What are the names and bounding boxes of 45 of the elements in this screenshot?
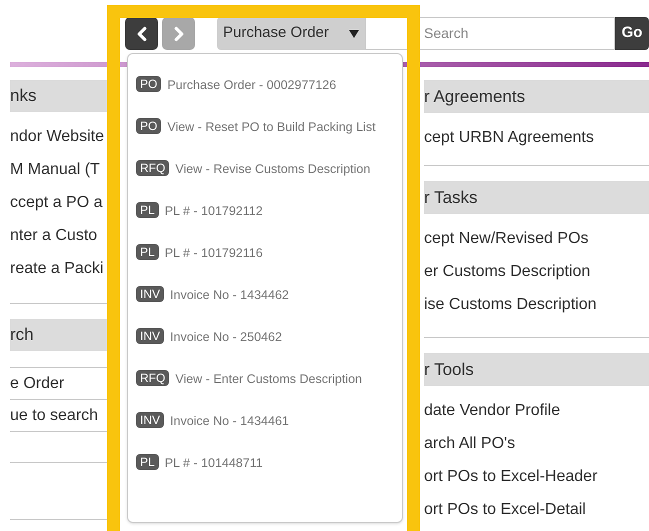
link-item[interactable]: ccept a PO a — [10, 186, 107, 219]
quick-search-field[interactable]: Search — [365, 17, 615, 50]
menu-item[interactable]: PL PL # - 101792112 — [136, 200, 394, 242]
link-item[interactable]: ndor Website — [10, 120, 107, 153]
link-item[interactable]: ort POs to Excel-Detail — [424, 493, 649, 526]
link-item[interactable]: ise Customs Description — [424, 288, 649, 321]
link-item[interactable]: cept URBN Agreements — [424, 121, 649, 154]
dropdown-triangle-icon — [349, 30, 359, 38]
type-badge: PL — [136, 244, 159, 260]
link-item[interactable]: M Manual (T — [10, 153, 107, 186]
link-item[interactable]: arch All PO's — [424, 427, 649, 460]
menu-item[interactable]: RFQ View - Revise Customs Description — [136, 158, 394, 200]
type-badge: PL — [136, 454, 159, 470]
link-item[interactable]: cept New/Revised POs — [424, 222, 649, 255]
menu-item[interactable]: PO View - Reset PO to Build Packing List — [136, 116, 394, 158]
type-badge: PO — [136, 118, 162, 134]
list-row[interactable]: ue to search — [10, 399, 107, 431]
type-badge: PO — [136, 76, 162, 92]
section-header: r Agreements — [424, 80, 649, 113]
search-type-dropdown[interactable]: Purchase Order — [217, 17, 365, 50]
type-badge: INV — [136, 286, 164, 302]
menu-item[interactable]: PO Purchase Order - 0002977126 — [136, 74, 394, 116]
type-badge: RFQ — [136, 370, 170, 386]
type-badge: INV — [136, 328, 164, 344]
link-item[interactable]: date Vendor Profile — [424, 394, 649, 427]
section-header: nks — [10, 80, 107, 112]
section-header: rch — [10, 319, 107, 351]
section-header: r Tasks — [424, 181, 649, 214]
menu-item[interactable]: RFQ View - Enter Customs Description — [136, 368, 394, 410]
type-badge: PL — [136, 202, 159, 218]
type-badge: RFQ — [136, 160, 170, 176]
go-button[interactable]: Go — [615, 17, 649, 50]
menu-item[interactable]: INV Invoice No - 1434462 — [136, 284, 394, 326]
menu-item[interactable]: INV Invoice No - 250462 — [136, 326, 394, 368]
type-badge: INV — [136, 412, 164, 428]
list-row[interactable]: e Order — [10, 367, 107, 399]
section-header: r Tools — [424, 353, 649, 386]
link-item[interactable]: reate a Packi — [10, 252, 107, 285]
menu-item[interactable]: INV Invoice No - 1434461 — [136, 410, 394, 452]
menu-item[interactable]: PL PL # - 101792116 — [136, 242, 394, 284]
link-item[interactable]: ort POs to Excel-Header — [424, 460, 649, 493]
link-item[interactable]: nter a Custo — [10, 219, 107, 252]
back-button[interactable] — [125, 17, 158, 50]
menu-item[interactable]: PL PL # - 101448711 — [136, 452, 394, 494]
link-item[interactable]: er Customs Description — [424, 255, 649, 288]
